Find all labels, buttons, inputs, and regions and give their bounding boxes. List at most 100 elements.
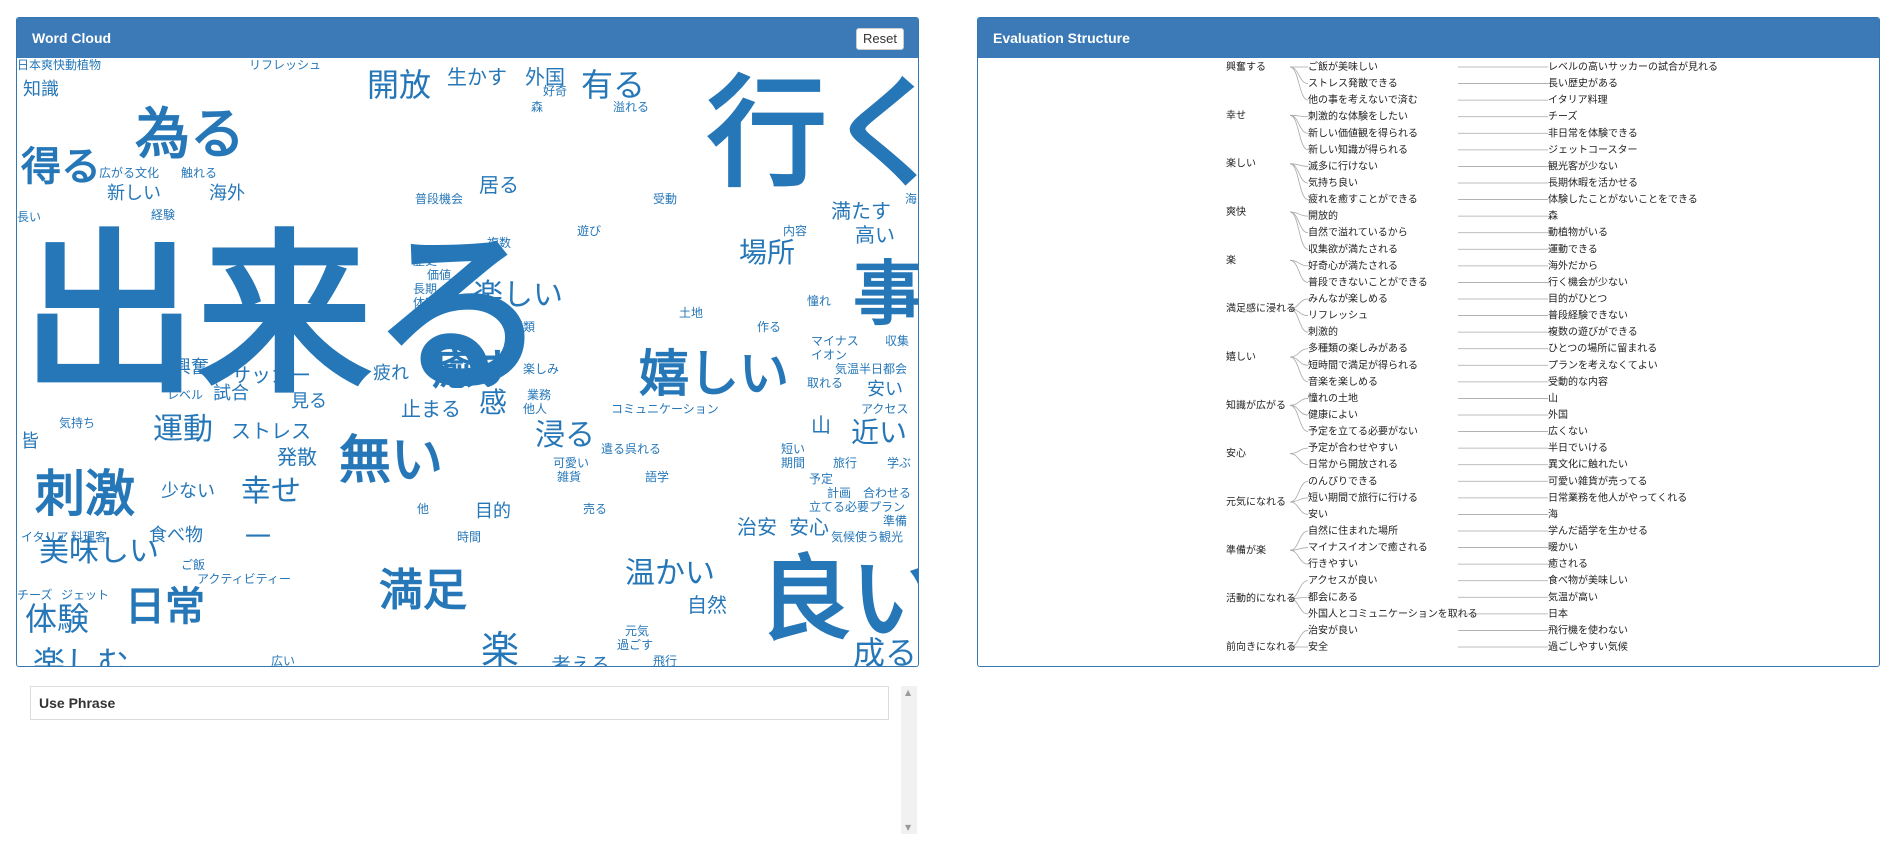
tree-node-right[interactable]: 普段経験できない	[1548, 309, 1628, 322]
cloud-word[interactable]: 他	[417, 503, 429, 515]
cloud-word[interactable]: 山	[811, 415, 831, 435]
tree-node-middle[interactable]: ご飯が美味しい	[1308, 60, 1378, 73]
tree-node-middle[interactable]: 普段できないことができる	[1308, 275, 1428, 288]
cloud-word[interactable]: ジェット	[61, 589, 109, 601]
cloud-word[interactable]: 場所	[739, 239, 795, 267]
tree-node-right[interactable]: チーズ	[1548, 110, 1578, 123]
cloud-word[interactable]: 治安	[737, 517, 777, 537]
tree-node-middle[interactable]: 好奇心が満たされる	[1308, 259, 1398, 272]
cloud-word[interactable]: 目的	[475, 503, 511, 521]
cloud-word[interactable]: 日本爽快動植物	[17, 59, 101, 71]
cloud-word[interactable]: 溢れる	[613, 101, 649, 113]
cloud-word[interactable]: 良い	[759, 554, 918, 646]
cloud-word[interactable]: 為る	[135, 107, 245, 162]
tree-node-left[interactable]: 元気になれる	[1226, 495, 1286, 508]
cloud-word[interactable]: 飛行	[653, 655, 677, 666]
cloud-word[interactable]: サッカー	[231, 365, 311, 385]
cloud-word[interactable]: 過ごす	[617, 639, 653, 651]
cloud-word[interactable]: レベル	[167, 389, 203, 401]
cloud-word[interactable]: 楽しい	[473, 281, 563, 311]
cloud-word[interactable]: 有る	[581, 69, 645, 101]
cloud-word[interactable]: 癒す	[431, 349, 515, 391]
cloud-word[interactable]: 生かす	[447, 67, 507, 87]
tree-node-right[interactable]: 食べ物が美味しい	[1548, 574, 1628, 587]
tree-node-right[interactable]: プランを考えなくてよい	[1548, 359, 1658, 371]
cloud-word[interactable]: 予定	[809, 473, 833, 485]
cloud-word[interactable]: 近い	[851, 419, 907, 447]
cloud-word[interactable]: 語学	[645, 471, 669, 483]
cloud-word[interactable]: 憧れ	[807, 295, 831, 307]
tree-node-left[interactable]: 爽快	[1226, 206, 1246, 218]
cloud-word[interactable]: 時間	[457, 531, 481, 543]
tree-node-right[interactable]: 体験したことがないことをできる	[1548, 193, 1698, 206]
tree-node-right[interactable]: 日常業務を他人がやってくれる	[1548, 491, 1687, 504]
tree-node-middle[interactable]: のんびりできる	[1308, 475, 1378, 487]
tree-node-middle[interactable]: アクセスが良い	[1308, 574, 1378, 587]
tree-node-middle[interactable]: 予定が合わせやすい	[1308, 441, 1398, 454]
cloud-word[interactable]: 複数	[487, 237, 511, 249]
cloud-word[interactable]: 温かい	[625, 559, 715, 589]
cloud-word[interactable]: 準備	[883, 515, 907, 527]
tree-node-middle[interactable]: マイナスイオンで癒される	[1308, 541, 1428, 554]
cloud-word[interactable]: 新しい	[107, 185, 161, 203]
tree-node-right[interactable]: 異文化に触れたい	[1548, 458, 1628, 471]
cloud-word[interactable]: 可愛い	[553, 457, 589, 469]
tree-node-middle[interactable]: 新しい知識が得られる	[1308, 143, 1408, 156]
cloud-word[interactable]: 受動	[653, 193, 677, 205]
tree-node-middle[interactable]: 治安が良い	[1308, 623, 1358, 636]
cloud-word[interactable]: 期間	[781, 457, 805, 469]
cloud-word[interactable]: 無い	[339, 435, 443, 487]
cloud-word[interactable]: 満たす	[831, 201, 891, 221]
tree-node-middle[interactable]: 都会にある	[1308, 590, 1358, 603]
tree-node-left[interactable]: 安心	[1226, 447, 1246, 460]
cloud-word[interactable]: 皆	[21, 433, 39, 451]
tree-node-right[interactable]: 長い歴史がある	[1548, 77, 1618, 90]
tree-node-left[interactable]: 幸せ	[1226, 109, 1246, 121]
tree-node-left[interactable]: 知識が広がる	[1226, 398, 1286, 411]
cloud-word[interactable]: リフレッシュ	[249, 59, 321, 71]
tree-node-right[interactable]: 学んだ語学を生かせる	[1548, 524, 1648, 537]
cloud-word[interactable]: アクセス	[861, 403, 908, 415]
cloud-word[interactable]: 土地	[679, 307, 703, 319]
tree-node-middle[interactable]: 刺激的	[1308, 325, 1338, 338]
vertical-scrollbar[interactable]: ▲ ▼	[901, 686, 917, 834]
cloud-word[interactable]: 遣る呉れる	[601, 443, 661, 455]
tree-node-middle[interactable]: 気持ち良い	[1308, 176, 1358, 189]
cloud-word[interactable]: 気温半日都会	[835, 363, 907, 375]
cloud-word[interactable]: 価値	[427, 269, 451, 281]
tree-node-right[interactable]: 観光客が少ない	[1548, 159, 1618, 172]
cloud-word[interactable]: 満足	[379, 569, 467, 613]
cloud-word[interactable]: 料理客	[71, 531, 107, 543]
tree-node-middle[interactable]: 他の事を考えないで済む	[1308, 93, 1418, 106]
cloud-word[interactable]: 広がる文化	[99, 167, 159, 179]
tree-node-middle[interactable]: 開放的	[1308, 209, 1338, 222]
cloud-word[interactable]: 成る	[853, 637, 917, 666]
tree-node-middle[interactable]: ストレス発散できる	[1308, 77, 1398, 90]
cloud-word[interactable]: 気候使う観光	[831, 531, 903, 543]
cloud-word[interactable]: 感	[479, 389, 507, 417]
cloud-word[interactable]: 広い	[271, 655, 295, 666]
cloud-word[interactable]: 取れる	[807, 377, 843, 389]
tree-node-middle[interactable]: 滅多に行けない	[1308, 159, 1378, 172]
tree-node-middle[interactable]: 新しい価値観を得られる	[1308, 126, 1418, 139]
cloud-word[interactable]: 知識	[23, 81, 59, 99]
cloud-word[interactable]: 体暇	[413, 297, 437, 309]
tree-node-left[interactable]: 楽しい	[1226, 157, 1256, 170]
tree-node-left[interactable]: 嬉しい	[1226, 350, 1256, 363]
cloud-word[interactable]: 刺激	[35, 469, 135, 519]
cloud-word[interactable]: 一	[245, 525, 271, 551]
cloud-word[interactable]: 高い	[855, 225, 895, 245]
tree-node-middle[interactable]: 多種類の楽しみがある	[1308, 342, 1408, 355]
tree-node-right[interactable]: 目的がひとつ	[1548, 292, 1607, 305]
cloud-word[interactable]: 見る	[291, 393, 327, 411]
reset-button[interactable]: Reset	[856, 28, 904, 50]
cloud-word[interactable]: イタリア	[21, 531, 69, 543]
cloud-word[interactable]: 森	[531, 101, 543, 113]
cloud-word[interactable]: 行く	[707, 75, 918, 195]
tree-node-right[interactable]: イタリア料理	[1548, 93, 1608, 106]
cloud-word[interactable]: 開放	[367, 69, 431, 101]
cloud-word[interactable]: 作る	[757, 321, 781, 333]
tree-node-right[interactable]: 行く機会が少ない	[1548, 275, 1628, 288]
cloud-word[interactable]: 気持ち	[59, 417, 95, 429]
cloud-word[interactable]: 元気	[625, 625, 649, 637]
